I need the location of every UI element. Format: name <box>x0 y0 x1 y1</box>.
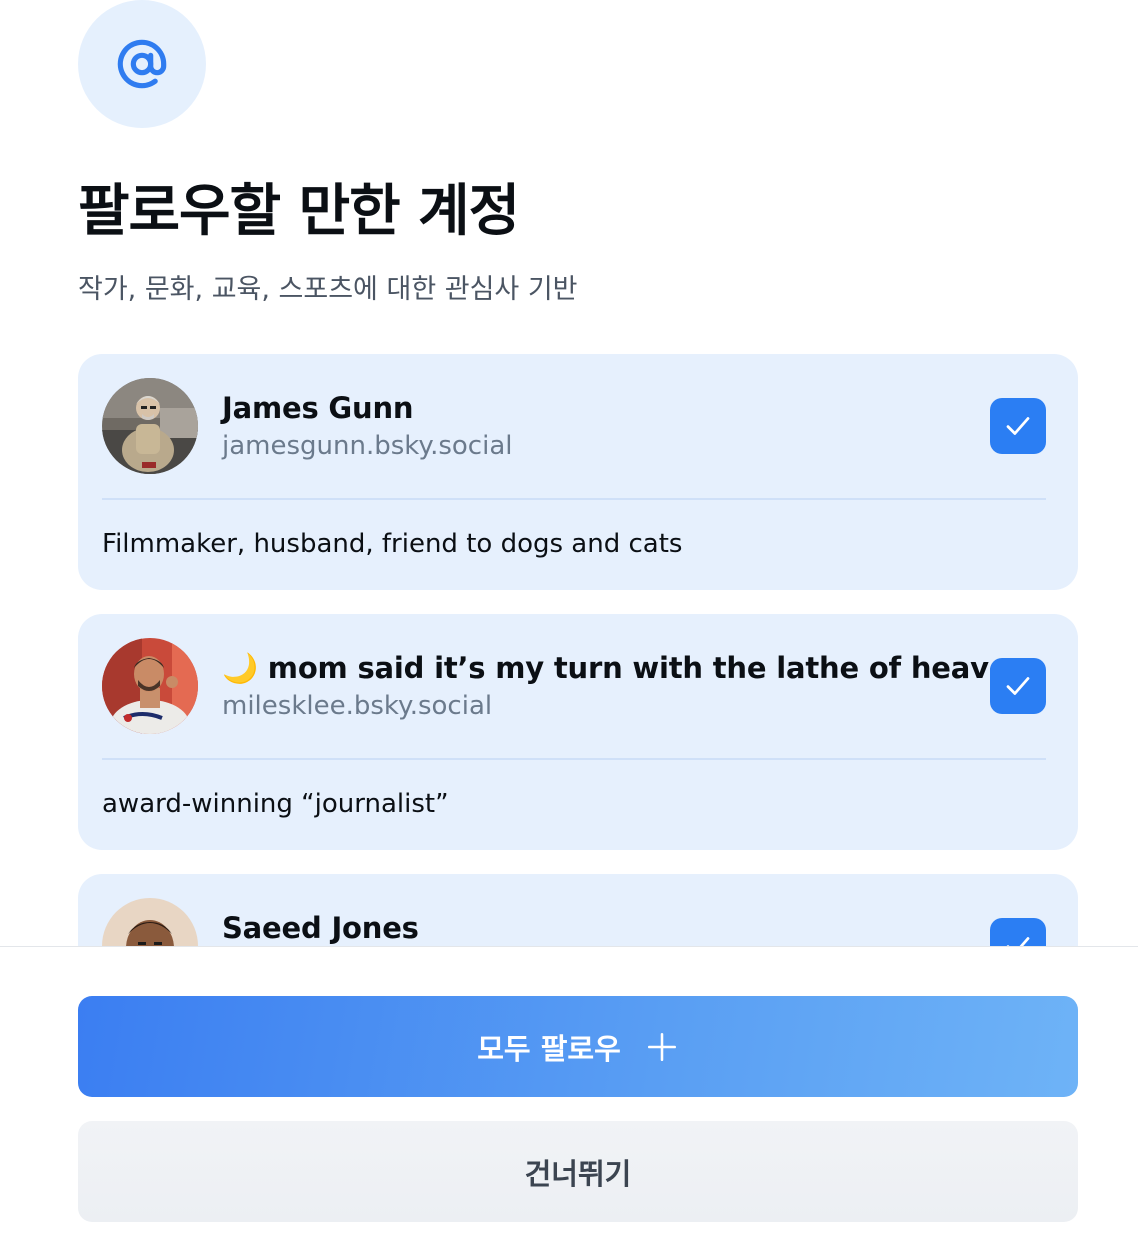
card-divider <box>102 758 1046 760</box>
account-name: James Gunn <box>222 391 414 425</box>
onboarding-page: 팔로우할 만한 계정 작가, 문화, 교육, 스포츠에 대한 관심사 기반 Ja… <box>0 0 1138 1234</box>
header-icon-circle <box>78 0 206 128</box>
page-subtitle: 작가, 문화, 교육, 스포츠에 대한 관심사 기반 <box>78 274 578 305</box>
avatar[interactable] <box>102 898 198 946</box>
checkmark-icon <box>1006 417 1030 435</box>
account-name: Saeed Jones <box>222 911 419 945</box>
avatar[interactable] <box>102 638 198 734</box>
card-divider <box>102 498 1046 500</box>
account-bio: award-winning “journalist” <box>102 789 449 819</box>
at-sign-icon <box>117 39 167 89</box>
page-title: 팔로우할 만한 계정 <box>78 179 520 244</box>
skip-label: 건너뛰기 <box>524 1156 632 1191</box>
account-card[interactable]: James Gunn jamesgunn.bsky.social Filmmak… <box>78 354 1078 590</box>
checkmark-icon <box>1006 677 1030 695</box>
skip-button[interactable]: 건너뛰기 <box>78 1121 1078 1222</box>
account-bio: Filmmaker, husband, friend to dogs and c… <box>102 529 683 559</box>
account-checkbox[interactable] <box>990 398 1046 454</box>
footer-divider <box>0 946 1138 947</box>
account-card[interactable]: 🌙 mom said it’s my turn with the lathe o… <box>78 614 1078 850</box>
account-name: 🌙 mom said it’s my turn with the lathe o… <box>222 651 1029 685</box>
account-checkbox[interactable] <box>990 918 1046 946</box>
follow-all-button[interactable]: 모두 팔로우 <box>78 996 1078 1097</box>
plus-icon <box>647 1032 676 1061</box>
account-checkbox[interactable] <box>990 658 1046 714</box>
avatar[interactable] <box>102 378 198 474</box>
checkmark-icon <box>1006 937 1030 946</box>
account-handle: milesklee.bsky.social <box>222 691 493 721</box>
follow-all-label: 모두 팔로우 <box>477 1031 621 1066</box>
account-handle: jamesgunn.bsky.social <box>222 431 513 461</box>
suggested-accounts-scroll-area[interactable]: 팔로우할 만한 계정 작가, 문화, 교육, 스포츠에 대한 관심사 기반 Ja… <box>0 0 1138 946</box>
account-card[interactable]: Saeed Jones <box>78 874 1078 946</box>
